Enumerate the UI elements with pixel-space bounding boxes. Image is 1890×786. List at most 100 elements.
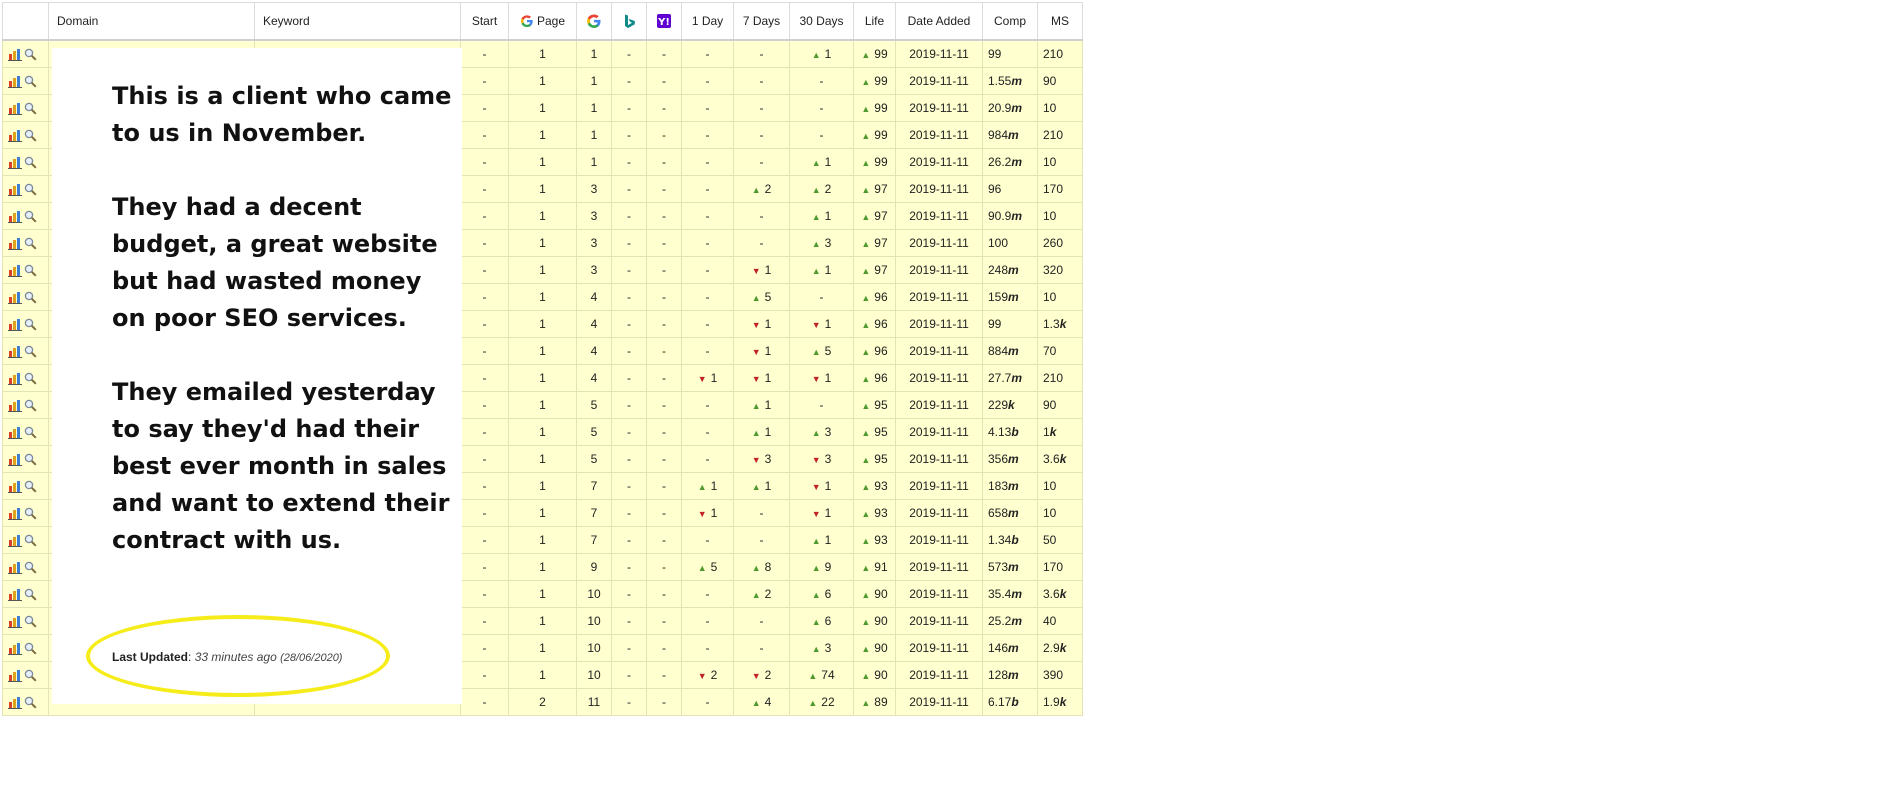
- search-button[interactable]: [22, 425, 37, 439]
- chart-button[interactable]: [8, 236, 22, 251]
- chart-button[interactable]: [8, 641, 22, 656]
- search-button[interactable]: [22, 263, 37, 277]
- row-actions[interactable]: [2, 94, 49, 122]
- seven-day-change-cell: -: [733, 121, 790, 149]
- yahoo-rank-cell: -: [646, 229, 682, 257]
- life-cell: ▲ 93: [853, 499, 896, 527]
- chart-button[interactable]: [8, 506, 22, 521]
- bing-column-header[interactable]: [611, 2, 647, 41]
- search-button[interactable]: [22, 479, 37, 493]
- chart-button[interactable]: [8, 128, 22, 143]
- row-actions[interactable]: [2, 202, 49, 230]
- search-button[interactable]: [22, 506, 37, 520]
- chart-button[interactable]: [8, 425, 22, 440]
- chart-button[interactable]: [8, 344, 22, 359]
- one-day-change-cell: -: [681, 148, 734, 176]
- row-actions[interactable]: [2, 499, 49, 527]
- chart-button[interactable]: [8, 101, 22, 116]
- row-actions[interactable]: [2, 148, 49, 176]
- row-actions[interactable]: [2, 445, 49, 473]
- search-button[interactable]: [22, 560, 37, 574]
- search-button[interactable]: [22, 398, 37, 412]
- search-button[interactable]: [22, 533, 37, 547]
- row-actions[interactable]: [2, 67, 49, 95]
- row-actions[interactable]: [2, 364, 49, 392]
- search-button[interactable]: [22, 128, 37, 142]
- chart-button[interactable]: [8, 182, 22, 197]
- chart-button[interactable]: [8, 560, 22, 575]
- comp-cell: 6.17b: [982, 688, 1038, 716]
- chart-button[interactable]: [8, 452, 22, 467]
- row-actions[interactable]: [2, 688, 49, 716]
- row-actions[interactable]: [2, 391, 49, 419]
- page-column-header[interactable]: Page: [508, 2, 577, 41]
- row-actions[interactable]: [2, 39, 49, 68]
- row-actions[interactable]: [2, 256, 49, 284]
- yahoo-column-header[interactable]: Y!: [646, 2, 682, 41]
- search-button[interactable]: [22, 236, 37, 250]
- row-actions[interactable]: [2, 310, 49, 338]
- thirty-days-column-header[interactable]: 30 Days: [789, 2, 854, 41]
- row-actions[interactable]: [2, 634, 49, 662]
- seven-days-column-header[interactable]: 7 Days: [733, 2, 790, 41]
- search-button[interactable]: [22, 155, 37, 169]
- row-actions[interactable]: [2, 472, 49, 500]
- search-button[interactable]: [22, 290, 37, 304]
- row-actions[interactable]: [2, 607, 49, 635]
- chart-button[interactable]: [8, 668, 22, 683]
- row-actions[interactable]: [2, 526, 49, 554]
- search-button[interactable]: [22, 47, 37, 61]
- row-actions[interactable]: [2, 418, 49, 446]
- search-button[interactable]: [22, 614, 37, 628]
- chart-button[interactable]: [8, 398, 22, 413]
- one-day-column-header[interactable]: 1 Day: [681, 2, 734, 41]
- google-rank-cell: 1: [576, 39, 612, 68]
- chart-button[interactable]: [8, 74, 22, 89]
- chart-button[interactable]: [8, 587, 22, 602]
- chart-button[interactable]: [8, 371, 22, 386]
- chart-button[interactable]: [8, 263, 22, 278]
- domain-column-header[interactable]: Domain: [48, 2, 255, 41]
- bing-rank-cell: -: [611, 337, 647, 365]
- google-column-header[interactable]: [576, 2, 612, 41]
- search-button[interactable]: [22, 371, 37, 385]
- search-button[interactable]: [22, 452, 37, 466]
- chart-button[interactable]: [8, 533, 22, 548]
- life-column-header[interactable]: Life: [853, 2, 896, 41]
- chart-button[interactable]: [8, 317, 22, 332]
- search-button[interactable]: [22, 344, 37, 358]
- search-button[interactable]: [22, 209, 37, 223]
- chart-button[interactable]: [8, 614, 22, 629]
- date-added-column-header[interactable]: Date Added: [895, 2, 983, 41]
- arrow-up-icon: ▲: [861, 644, 871, 654]
- row-actions[interactable]: [2, 553, 49, 581]
- search-button[interactable]: [22, 74, 37, 88]
- search-button[interactable]: [22, 668, 37, 682]
- arrow-down-icon: ▼: [751, 671, 761, 681]
- chart-button[interactable]: [8, 290, 22, 305]
- chart-button[interactable]: [8, 47, 22, 62]
- search-button[interactable]: [22, 101, 37, 115]
- chart-button[interactable]: [8, 479, 22, 494]
- row-actions[interactable]: [2, 661, 49, 689]
- search-button[interactable]: [22, 695, 37, 709]
- row-actions[interactable]: [2, 175, 49, 203]
- row-actions[interactable]: [2, 121, 49, 149]
- search-button[interactable]: [22, 317, 37, 331]
- row-actions[interactable]: [2, 580, 49, 608]
- one-day-change-cell: -: [681, 580, 734, 608]
- search-button[interactable]: [22, 587, 37, 601]
- row-actions[interactable]: [2, 337, 49, 365]
- start-column-header[interactable]: Start: [460, 2, 509, 41]
- page-cell: 1: [508, 202, 577, 230]
- keyword-column-header[interactable]: Keyword: [254, 2, 461, 41]
- row-actions[interactable]: [2, 229, 49, 257]
- comp-column-header[interactable]: Comp: [982, 2, 1038, 41]
- ms-column-header[interactable]: MS: [1037, 2, 1083, 41]
- chart-button[interactable]: [8, 209, 22, 224]
- search-button[interactable]: [22, 641, 37, 655]
- chart-button[interactable]: [8, 155, 22, 170]
- row-actions[interactable]: [2, 283, 49, 311]
- search-button[interactable]: [22, 182, 37, 196]
- chart-button[interactable]: [8, 695, 22, 710]
